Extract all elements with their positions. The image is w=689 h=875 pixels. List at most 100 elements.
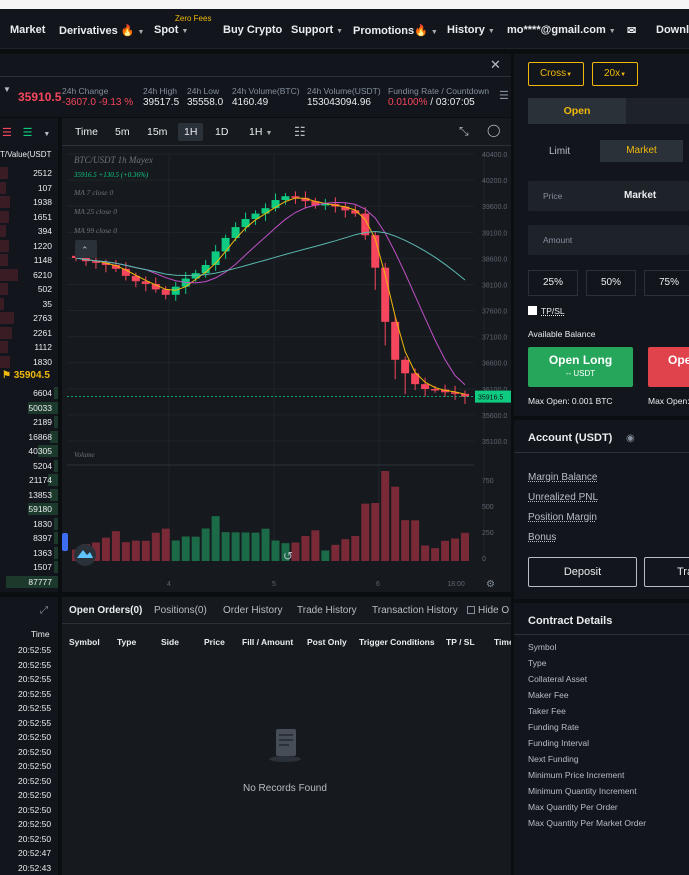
- nav-spot[interactable]: Spot ▼: [154, 24, 188, 36]
- book-bids-icon[interactable]: ☰: [23, 127, 33, 139]
- tf-1d[interactable]: 1D: [215, 126, 228, 138]
- leverage-button[interactable]: 20x▼: [592, 62, 638, 86]
- trade-time: 20:52:50: [18, 746, 52, 757]
- book-asks-icon[interactable]: ☰: [2, 127, 12, 139]
- volume-bar: [371, 503, 380, 561]
- indicators-icon[interactable]: ☷: [294, 124, 306, 140]
- chevron-down-icon[interactable]: ▼: [43, 131, 50, 138]
- bid-row[interactable]: 2189: [0, 415, 58, 429]
- ask-row[interactable]: 107: [0, 181, 58, 195]
- tf-5m[interactable]: 5m: [115, 126, 130, 138]
- pct-25-button[interactable]: 25%: [528, 270, 578, 296]
- ask-row[interactable]: 1830: [0, 355, 58, 369]
- ask-row[interactable]: 1148: [0, 253, 58, 267]
- tab-transaction-history[interactable]: Transaction History: [372, 605, 458, 616]
- open-short-button[interactable]: Ope: [648, 347, 689, 387]
- checkbox[interactable]: [528, 306, 537, 315]
- pct-75-button[interactable]: 75%: [644, 270, 689, 296]
- expand-icon[interactable]: ⤢: [40, 605, 48, 616]
- eye-icon[interactable]: ◉: [626, 433, 635, 444]
- tpsl-toggle[interactable]: TP/SL: [528, 306, 565, 316]
- ask-row[interactable]: 1112: [0, 340, 58, 354]
- tab-positions[interactable]: Positions(0): [154, 605, 207, 616]
- nav-download[interactable]: Downlo: [656, 24, 689, 36]
- tf-1h[interactable]: 1H: [178, 123, 204, 141]
- chart-settings-icon[interactable]: ⚙: [486, 579, 495, 590]
- bid-row[interactable]: 13853: [0, 488, 58, 502]
- volume-bar: [171, 540, 180, 561]
- checkbox[interactable]: [467, 606, 475, 614]
- price-chart[interactable]: 40400.0 40200.0 39600.0 39100.0 38600.0 38100…: [62, 146, 511, 592]
- ask-row[interactable]: 1220: [0, 239, 58, 253]
- bid-depth-bar: [54, 387, 58, 399]
- amount-field[interactable]: Amount: [528, 225, 689, 255]
- bid-row[interactable]: 6604: [0, 386, 58, 400]
- bid-row[interactable]: 1507: [0, 560, 58, 574]
- bid-value: 87777: [28, 576, 52, 587]
- ask-value: 107: [37, 182, 52, 193]
- tab-open-orders[interactable]: Open Orders(0): [69, 605, 142, 616]
- chevron-down-icon: ▼: [566, 72, 573, 78]
- nav-support[interactable]: Support ▼: [291, 24, 343, 36]
- book-view-toggles[interactable]: ☰ ☰ ▼: [2, 126, 58, 139]
- current-price-tag: 35916.5: [478, 395, 503, 402]
- tab-trade-history[interactable]: Trade History: [297, 605, 357, 616]
- nav-derivatives[interactable]: Derivatives 🔥 ▼: [59, 24, 144, 37]
- ask-row[interactable]: 6210: [0, 268, 58, 282]
- nav-buy-crypto[interactable]: Buy Crypto: [223, 24, 282, 36]
- ask-row[interactable]: 2512: [0, 166, 58, 180]
- nav-market[interactable]: Market: [10, 24, 45, 36]
- fullscreen-icon[interactable]: ⤡: [459, 124, 469, 139]
- trade-time: 20:52:47: [18, 848, 52, 858]
- transfer-button[interactable]: Tra: [644, 557, 689, 587]
- bid-row[interactable]: 8397: [0, 531, 58, 545]
- volume-bar: [461, 532, 469, 561]
- mail-icon[interactable]: ✉: [627, 24, 636, 37]
- camera-icon[interactable]: ◯: [487, 123, 500, 137]
- settings-icon[interactable]: ☰: [499, 89, 509, 102]
- ask-depth-bar: [0, 283, 8, 295]
- bid-row[interactable]: 1830: [0, 517, 58, 531]
- ask-row[interactable]: 394: [0, 224, 58, 238]
- ask-row[interactable]: 1938: [0, 195, 58, 209]
- bid-row[interactable]: 1363: [0, 546, 58, 560]
- price-field[interactable]: Price Market: [528, 181, 689, 211]
- nav-account-email[interactable]: mo****@gmail.com ▼: [507, 24, 616, 36]
- indicator-label: MA 25 close 0: [73, 207, 117, 216]
- bid-row[interactable]: 21174: [0, 473, 58, 487]
- bid-row[interactable]: 5204: [0, 459, 58, 473]
- order-type-market[interactable]: Market: [600, 140, 683, 162]
- nav-history[interactable]: History ▼: [447, 24, 495, 36]
- ask-row[interactable]: 35: [0, 297, 58, 311]
- deposit-button[interactable]: Deposit: [528, 557, 637, 587]
- tf-time[interactable]: Time: [75, 126, 98, 138]
- vol-btc-value: 4160.49: [232, 97, 269, 108]
- tab-close[interactable]: [626, 98, 689, 124]
- ask-depth-bar: [0, 254, 8, 266]
- tab-order-history[interactable]: Order History: [223, 605, 282, 616]
- divider: [62, 623, 511, 624]
- ask-depth-bar: [0, 268, 18, 281]
- bid-row[interactable]: 40305: [0, 444, 58, 458]
- symbol-dropdown-icon[interactable]: ▼: [3, 85, 11, 94]
- margin-mode-button[interactable]: Cross▼: [528, 62, 584, 86]
- bid-row[interactable]: 87777: [0, 575, 58, 589]
- pct-50-button[interactable]: 50%: [586, 270, 636, 296]
- hide-other-checkbox[interactable]: Hide O: [467, 605, 509, 616]
- ask-row[interactable]: 2261: [0, 326, 58, 340]
- open-long-button[interactable]: Open Long -- USDT: [528, 347, 633, 387]
- reset-chart-icon[interactable]: ↺: [283, 549, 293, 563]
- ask-row[interactable]: 2763: [0, 311, 58, 325]
- tf-dropdown[interactable]: 1H ▼: [249, 126, 272, 138]
- tf-15m[interactable]: 15m: [147, 126, 167, 138]
- bid-row[interactable]: 59180: [0, 502, 58, 516]
- candle-body: [161, 289, 170, 295]
- tab-open[interactable]: Open: [528, 98, 626, 124]
- order-type-limit[interactable]: Limit: [549, 146, 570, 157]
- bid-row[interactable]: 50033: [0, 401, 58, 415]
- nav-promotions[interactable]: Promotions🔥 ▼: [353, 24, 438, 37]
- ask-row[interactable]: 1651: [0, 210, 58, 224]
- ask-row[interactable]: 502: [0, 282, 58, 296]
- close-icon[interactable]: ✕: [490, 57, 501, 73]
- bid-row[interactable]: 16868: [0, 430, 58, 444]
